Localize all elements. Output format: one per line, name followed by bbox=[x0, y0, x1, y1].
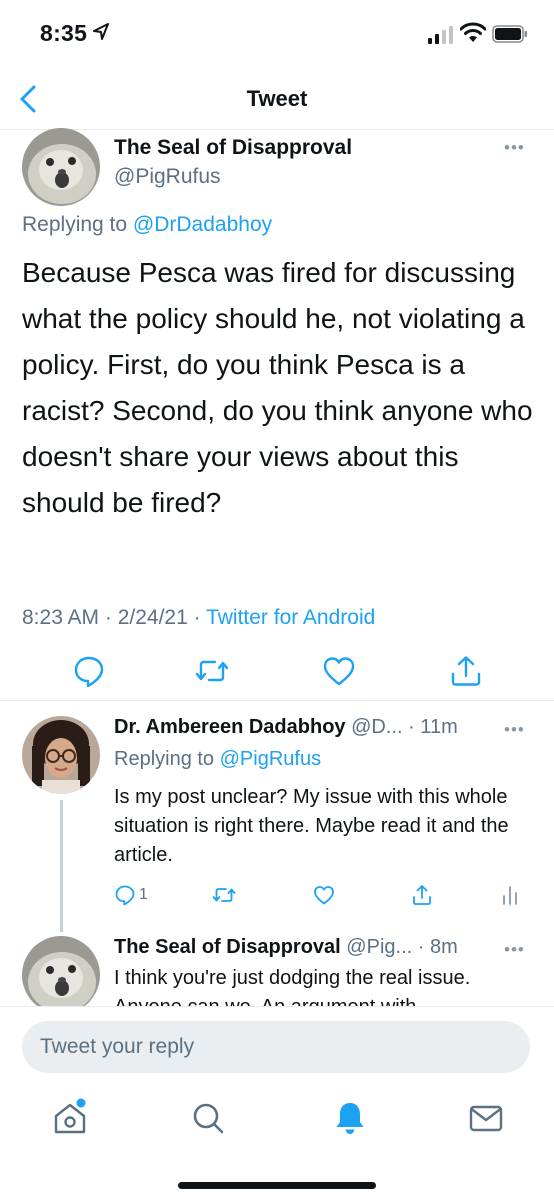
share-icon[interactable] bbox=[449, 654, 483, 688]
reply-time: · 11m bbox=[408, 716, 458, 738]
reply-tweet[interactable]: Dr. Ambereen Dadabhoy @D... · 11m ••• Re… bbox=[0, 702, 554, 932]
author-handle[interactable]: @PigRufus bbox=[114, 165, 221, 189]
more-options-icon[interactable]: ••• bbox=[504, 940, 525, 960]
more-options-icon[interactable]: ••• bbox=[504, 138, 525, 158]
seal-avatar-image bbox=[22, 936, 100, 1006]
reply-header: Dr. Ambereen Dadabhoy @D... · 11m bbox=[114, 716, 458, 739]
replying-to: Replying to @DrDadabhoy bbox=[22, 213, 272, 237]
main-tweet: The Seal of Disapproval @PigRufus ••• Re… bbox=[0, 120, 554, 700]
reply-text: Is my post unclear? My issue with this w… bbox=[114, 786, 509, 866]
wifi-icon bbox=[460, 22, 486, 42]
page-title: Tweet bbox=[246, 86, 308, 111]
retweet-icon bbox=[212, 888, 236, 902]
signal-icon bbox=[428, 26, 453, 44]
profile-photo-image bbox=[22, 716, 100, 794]
replying-prefix: Replying to bbox=[114, 748, 215, 770]
analytics-button[interactable] bbox=[500, 880, 520, 910]
divider bbox=[0, 700, 554, 701]
mention-link[interactable]: @DrDadabhoy bbox=[133, 213, 272, 236]
reply-actions: 1 bbox=[0, 880, 554, 920]
author-name[interactable]: The Seal of Disapproval bbox=[114, 136, 352, 160]
home-icon[interactable] bbox=[50, 1098, 90, 1138]
home-indicator[interactable] bbox=[178, 1182, 376, 1189]
location-arrow-icon bbox=[93, 23, 109, 40]
author-name[interactable]: Dr. Ambereen Dadabhoy bbox=[114, 716, 346, 738]
share-icon bbox=[413, 885, 431, 905]
tweet-actions bbox=[0, 650, 554, 700]
tweet-timestamp: 8:23 AM · 2/24/21 · bbox=[22, 606, 207, 629]
tweet-source-link[interactable]: Twitter for Android bbox=[206, 606, 375, 629]
avatar[interactable] bbox=[22, 716, 100, 794]
reply-icon[interactable] bbox=[72, 654, 106, 688]
messages-icon[interactable] bbox=[466, 1098, 506, 1138]
author-handle[interactable]: @D... bbox=[351, 716, 402, 738]
analytics-icon bbox=[503, 886, 517, 905]
retweet-button[interactable] bbox=[212, 880, 236, 910]
replying-to: Replying to @PigRufus bbox=[114, 748, 321, 771]
battery-icon bbox=[492, 25, 527, 43]
reply-input[interactable] bbox=[22, 1021, 530, 1073]
reply-count: 1 bbox=[139, 886, 148, 903]
reply-button[interactable]: 1 bbox=[114, 880, 148, 910]
tweet-meta: 8:23 AM · 2/24/21 · Twitter for Android bbox=[22, 606, 375, 630]
like-button[interactable] bbox=[313, 880, 335, 910]
tweet-text: Because Pesca was fired for discussing w… bbox=[22, 257, 533, 518]
author-name[interactable]: The Seal of Disapproval bbox=[114, 936, 341, 958]
status-bar: 8:35 bbox=[0, 0, 554, 70]
replying-prefix: Replying to bbox=[22, 213, 128, 236]
author-handle[interactable]: @Pig... bbox=[346, 936, 412, 958]
avatar[interactable] bbox=[22, 936, 100, 1006]
like-icon[interactable] bbox=[322, 654, 356, 688]
seal-avatar-image bbox=[22, 128, 100, 206]
compose-bar bbox=[0, 1006, 554, 1094]
reply-icon bbox=[115, 885, 135, 906]
share-button[interactable] bbox=[411, 880, 433, 910]
notifications-bell-icon[interactable] bbox=[330, 1098, 370, 1138]
status-time: 8:35 bbox=[40, 20, 88, 46]
search-icon[interactable] bbox=[188, 1098, 228, 1138]
reply-tweet[interactable]: The Seal of Disapproval @Pig... · 8m •••… bbox=[0, 932, 554, 1006]
avatar[interactable] bbox=[22, 128, 100, 206]
reply-time: · 8m bbox=[417, 936, 458, 958]
reply-header: The Seal of Disapproval @Pig... · 8m bbox=[114, 936, 458, 959]
like-icon bbox=[314, 886, 334, 905]
reply-text: I think you're just dodging the real iss… bbox=[114, 967, 471, 1006]
more-options-icon[interactable]: ••• bbox=[504, 720, 525, 740]
retweet-icon[interactable] bbox=[195, 654, 229, 688]
mention-link[interactable]: @PigRufus bbox=[220, 748, 321, 770]
